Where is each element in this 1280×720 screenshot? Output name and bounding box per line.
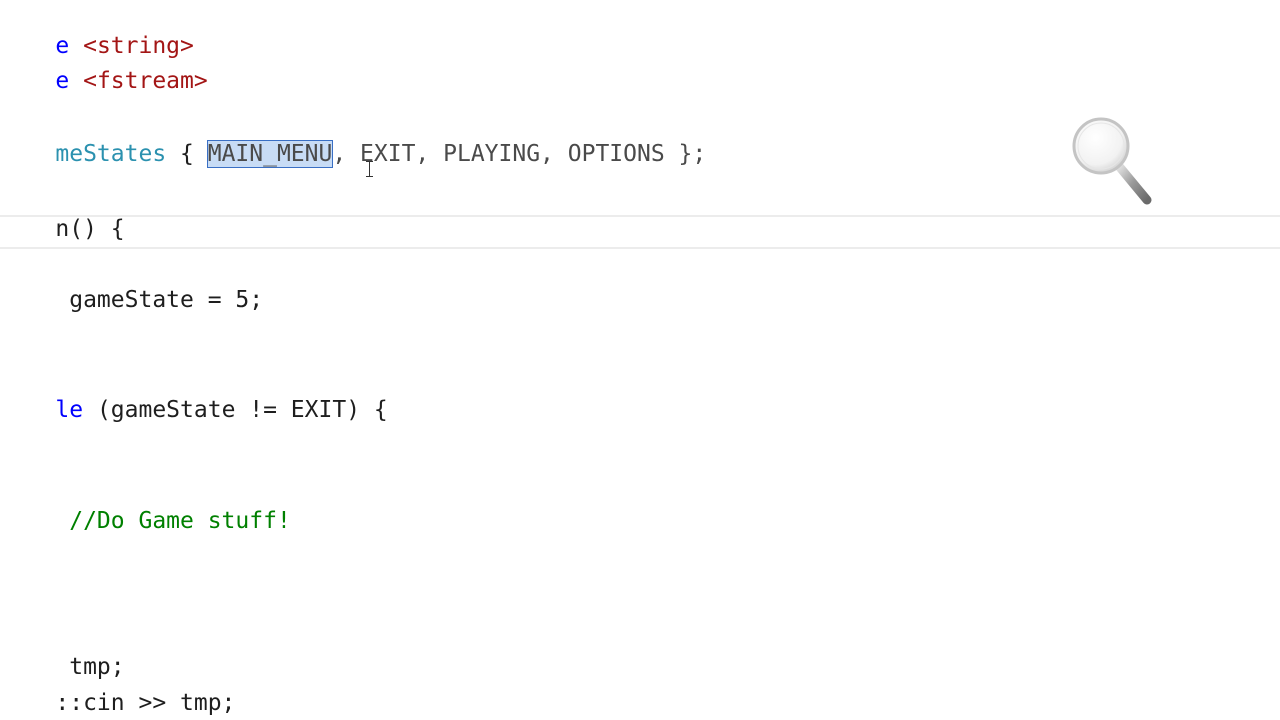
function-signature: n() { — [55, 216, 125, 242]
statement-text: ::cin >> tmp; — [55, 690, 236, 716]
code-line-comment[interactable]: //Do Game stuff! — [0, 473, 291, 534]
enum-type-name: meStates — [55, 141, 167, 167]
code-line-enum-declaration[interactable]: meStates { MAIN_MENU, EXIT, PLAYING, OPT… — [0, 106, 706, 168]
ibeam-cursor-icon — [366, 161, 373, 177]
keyword-fragment: le — [55, 397, 84, 423]
enum-values-rest: , EXIT, PLAYING, OPTIONS }; — [332, 141, 707, 167]
current-line-highlight — [0, 215, 1280, 249]
code-line-gamestate-init[interactable]: gameState = 5; — [0, 252, 263, 313]
code-line-tmp-declaration[interactable]: tmp; — [0, 619, 124, 680]
comment-text: //Do Game stuff! — [55, 508, 291, 534]
magnifier-icon[interactable] — [1070, 115, 1155, 207]
code-line-include-string[interactable]: e <string> — [0, 0, 193, 59]
code-line-main-signature[interactable]: n() { — [0, 181, 124, 242]
code-line-cin-read[interactable]: ::cin >> tmp; — [0, 655, 235, 716]
code-line-include-fstream[interactable]: e <fstream> — [0, 33, 207, 94]
statement-text: gameState = 5; — [55, 287, 264, 313]
keyword-fragment: e — [55, 68, 70, 94]
selected-enum-value[interactable]: MAIN_MENU — [206, 140, 334, 168]
code-editor[interactable]: e <string> e <fstream> meStates { MAIN_M… — [0, 0, 1280, 720]
code-line-while-loop[interactable]: le (gameState != EXIT) { — [0, 362, 387, 423]
include-path: <fstream> — [69, 68, 208, 94]
enum-open-brace: { — [166, 141, 208, 167]
while-condition: (gameState != EXIT) { — [83, 397, 388, 423]
